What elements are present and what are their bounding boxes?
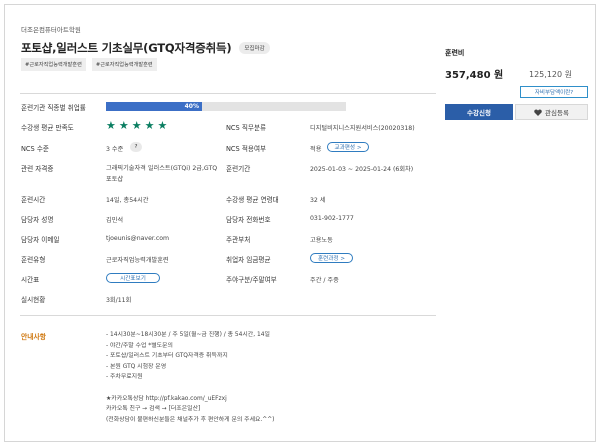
employment-rate-bar: 40% [106,102,346,111]
cert-value-line2: 포토샵 [106,176,124,183]
academy-name[interactable]: 더조은컴퓨터아트학원 [21,24,81,34]
period-value: 2025-01-03 ~ 2025-01-24 (6회차) [310,166,414,173]
fee-total: 357,480 원 [445,70,504,81]
favorite-label: 관심등록 [545,109,569,117]
guide-line: - 주차무료지원 [106,374,143,381]
star-icon: ★ [106,119,116,132]
ncs-job-value: 디지털비지니스지원서비스(20020318) [310,125,415,132]
satisfaction-stars: ★ ★ ★ ★ ★ [106,120,167,131]
ncs-level-label: NCS 수준 [21,145,49,153]
guide-line [106,383,274,394]
email-value: tjoeunis@naver.com [106,235,170,242]
ncs-level-value: 3 수준 [106,146,124,153]
ministry-value: 고용노동 [310,237,333,244]
guide-line: - 14시30분~18시30분 / 주 5일(월~금 진행) / 총 54시간,… [106,332,270,338]
email-label: 담당자 이메일 [21,236,60,244]
training-type-label: 훈련유형 [21,256,46,264]
status-value: 3회/11회 [106,297,132,304]
manager-value: 김민석 [106,217,124,224]
avg-age-value: 32 세 [310,197,326,204]
star-icon: ★ [131,119,142,132]
period-label: 훈련기간 [226,165,251,173]
self-pay-amount: 125,120 원 [529,70,572,79]
phone-value: 031-902-1777 [310,215,354,222]
guide-line: - 본원 GTQ 시험장 운영 [106,363,167,370]
guide-line: 카카오톡 친구 → 검색 → [더조은일산] [106,406,201,413]
guide-line: - 포토샵/일러스트 기초부터 GTQ자격증 취득까지 [106,353,228,360]
timetable-button[interactable]: 시간표보기 [106,273,160,283]
heart-icon [534,108,542,116]
recruit-status-badge: 모집마감 [239,42,270,54]
wage-label: 취업자 임금평균 [226,256,271,264]
cert-value-line1: 그래픽기술자격 일러스트(GTQi) 2급,GTQ [106,165,218,172]
manager-label: 담당자 성명 [21,216,54,224]
course-title: 포토샵,일러스트 기초실무(GTQ자격증취득) [21,41,232,55]
star-icon: ★ [144,119,155,132]
ministry-label: 주관부처 [226,236,251,244]
timetable-label: 시간표 [21,276,40,284]
weekday-label: 주야구분/주말여부 [226,276,277,284]
satisfaction-label: 수강생 평균 만족도 [21,124,74,132]
course-detail-panel: 더조은컴퓨터아트학원 포토샵,일러스트 기초실무(GTQ자격증취득) 모집마감 … [4,4,596,442]
self-pay-info-button[interactable]: 자비부담액이란? [520,86,588,98]
star-icon: ★ [157,119,168,132]
ncs-job-label: NCS 직무분류 [226,124,267,132]
phone-label: 담당자 전화번호 [226,216,271,224]
kakao-link[interactable]: ★카카오톡상담 http://pf.kakao.com/_uEFzxj [106,394,274,405]
divider [20,315,436,316]
curriculum-button[interactable]: 교과편성 > [327,142,369,152]
ncs-applied-value: 적용 [310,146,322,153]
divider [20,93,436,94]
training-type-value: 근로자직업능력개발훈련 [106,257,169,264]
weekday-value: 주간 / 주중 [310,277,339,284]
hashtag[interactable]: #근로자직업능력개발훈련 [91,58,157,71]
hashtag-list: #근로자직업능력개발훈련 #근로자직업능력개발훈련 [21,58,157,71]
guide-text: - 14시30분~18시30분 / 주 5일(월~금 진행) / 총 54시간,… [106,330,274,425]
employment-rate-label: 훈련기관 직종별 취업률 [21,104,86,112]
guide-label: 안내사항 [21,333,47,341]
guide-line: (전화상담이 불편하신분들은 채널추가 후 편안하게 문의 주세요.^^) [106,416,275,423]
status-label: 실시현황 [21,296,46,304]
hashtag[interactable]: #근로자직업능력개발훈련 [21,58,86,71]
favorite-button[interactable]: 관심등록 [515,104,588,120]
star-icon: ★ [118,119,129,132]
ncs-applied-label: NCS 적용여부 [226,145,267,153]
hours-label: 훈련시간 [21,196,46,204]
employment-rate-fill: 40% [106,102,202,111]
hours-value: 14일, 총54시간 [106,197,149,204]
fee-label: 훈련비 [445,49,465,57]
title-row: 포토샵,일러스트 기초실무(GTQ자격증취득) 모집마감 [21,40,270,56]
employment-rate-value: 40% [184,103,199,110]
guide-line: - 야간/주말 수업 *별도문의 [106,342,173,349]
apply-button[interactable]: 수강신청 [445,104,513,120]
avg-age-label: 수강생 평균 연령대 [226,196,279,204]
cert-label: 관련 자격증 [21,165,54,173]
ncs-level-help-button[interactable]: ? [130,142,142,152]
training-course-button[interactable]: 훈련과정 > [310,253,353,263]
